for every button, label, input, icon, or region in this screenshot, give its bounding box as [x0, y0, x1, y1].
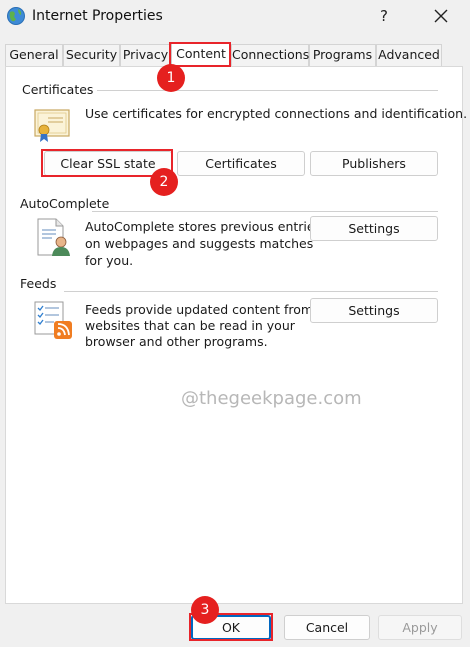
apply-button[interactable]: Apply [378, 615, 462, 640]
tab-content-highlight [169, 42, 231, 67]
certificates-button[interactable]: Certificates [177, 151, 305, 176]
feeds-settings-button[interactable]: Settings [310, 298, 438, 323]
autocomplete-settings-button[interactable]: Settings [310, 216, 438, 241]
tab-security[interactable]: Security [63, 44, 120, 66]
autocomplete-icon [37, 218, 70, 256]
tab-advanced[interactable]: Advanced [376, 44, 442, 66]
feeds-heading: Feeds [20, 276, 61, 291]
internet-explorer-globe-icon [7, 7, 25, 25]
tab-programs[interactable]: Programs [309, 44, 376, 66]
watermark: @thegeekpage.com [181, 388, 362, 409]
window-title: Internet Properties [32, 8, 163, 24]
feeds-description-line-3: browser and other programs. [85, 334, 268, 349]
step-1-badge: 1 [157, 64, 185, 92]
feeds-description-line-1: Feeds provide updated content from [85, 302, 314, 317]
tab-general[interactable]: General [5, 44, 63, 66]
autocomplete-description-line-2: on webpages and suggests matches [85, 236, 314, 251]
close-icon [434, 9, 448, 23]
feeds-icon [34, 301, 72, 339]
tab-connections[interactable]: Connections [231, 44, 309, 66]
certificates-heading: Certificates [22, 82, 98, 97]
autocomplete-divider [92, 211, 438, 212]
feeds-divider [64, 291, 438, 292]
certificates-divider [92, 90, 438, 91]
tab-privacy[interactable]: Privacy [120, 44, 171, 66]
autocomplete-description-line-3: for you. [85, 253, 134, 268]
autocomplete-heading: AutoComplete [20, 196, 114, 211]
help-button[interactable]: ? [372, 4, 396, 28]
step-3-badge: 3 [191, 596, 219, 624]
close-button[interactable] [428, 4, 454, 28]
title-bar: Internet Properties ? [0, 0, 470, 34]
cancel-button[interactable]: Cancel [284, 615, 370, 640]
step-2-badge: 2 [150, 168, 178, 196]
publishers-button[interactable]: Publishers [310, 151, 438, 176]
autocomplete-description-line-1: AutoComplete stores previous entries [85, 219, 322, 234]
certificates-description: Use certificates for encrypted connectio… [85, 106, 468, 121]
feeds-description-line-2: websites that can be read in your [85, 318, 295, 333]
certificate-icon [34, 109, 70, 142]
